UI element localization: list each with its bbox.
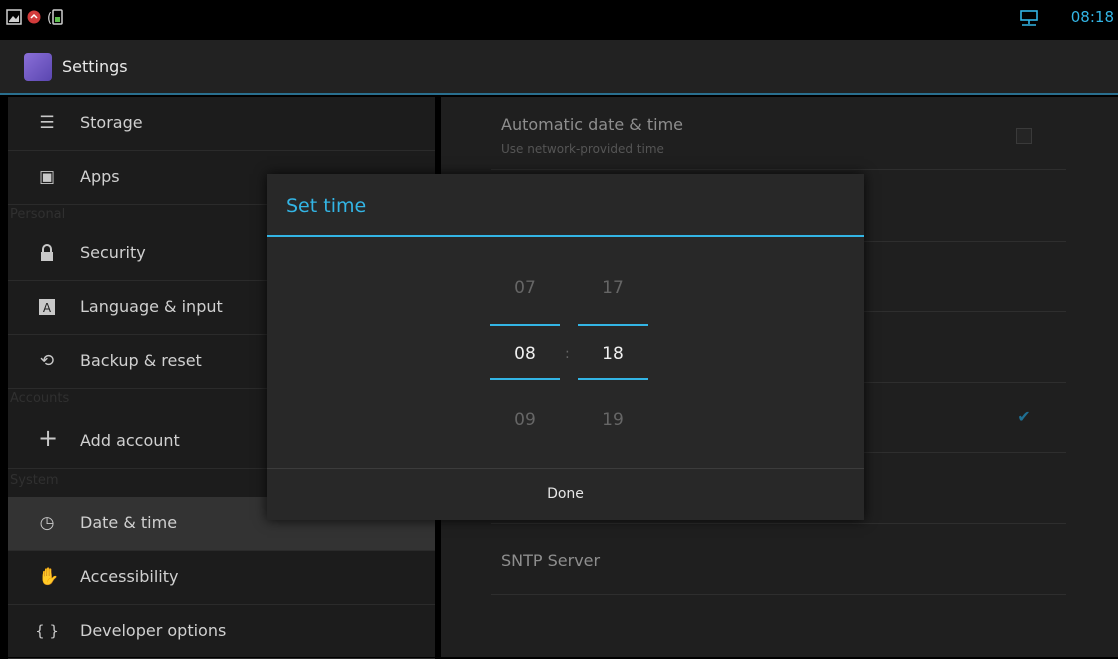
sidebar-item-label: Add account	[80, 431, 180, 450]
hour-picker-top-rule	[490, 324, 560, 326]
settings-app-icon[interactable]	[24, 53, 52, 81]
svg-text:A: A	[43, 301, 52, 315]
language-icon: A	[38, 298, 56, 316]
done-button[interactable]: Done	[267, 469, 864, 520]
apps-icon: ▣	[38, 167, 56, 187]
storage-icon: ☰	[39, 113, 55, 133]
app-title: Settings	[62, 57, 128, 76]
pref-title: SNTP Server	[501, 551, 601, 570]
status-bar: ( 08:18	[0, 0, 1118, 34]
sidebar-item-label: Date & time	[80, 513, 178, 532]
minute-picker-bottom-rule	[578, 378, 648, 380]
clock-icon: ◷	[39, 513, 55, 533]
sidebar-item-developer-options[interactable]: { } Developer options	[8, 605, 435, 659]
pref-summary: Use network-provided time	[501, 142, 664, 156]
sidebar-item-label: Language & input	[80, 297, 223, 316]
dialog-title: Set time	[286, 195, 367, 217]
minute-prev-value[interactable]: 17	[578, 278, 648, 298]
network-icon	[1020, 10, 1038, 26]
sidebar-item-label: Storage	[80, 113, 143, 132]
time-separator: :	[565, 346, 570, 362]
sidebar-item-storage[interactable]: ☰ Storage	[8, 97, 435, 151]
minute-picker-top-rule	[578, 324, 648, 326]
divider	[491, 169, 1066, 170]
svg-text:(: (	[47, 11, 52, 25]
dialog-title-divider	[267, 235, 864, 237]
sidebar-item-accessibility[interactable]: ✋ Accessibility	[8, 551, 435, 605]
sidebar-item-label: Developer options	[80, 621, 227, 640]
minute-next-value[interactable]: 19	[578, 410, 648, 430]
status-clock: 08:18	[1070, 8, 1114, 26]
lock-icon	[38, 244, 56, 262]
action-bar: Settings	[0, 40, 1118, 95]
plus-icon: +	[38, 424, 59, 452]
set-time-dialog: Set time 07 08 09 : 17 18 19 Done	[267, 174, 864, 520]
divider	[491, 523, 1066, 524]
sidebar-item-label: Apps	[80, 167, 120, 186]
divider	[491, 594, 1066, 595]
pref-title: Automatic date & time	[501, 115, 684, 134]
hand-icon: ✋	[38, 567, 60, 587]
minute-current-value[interactable]: 18	[578, 344, 648, 364]
notification-icon	[27, 10, 41, 24]
battery-charging-icon: (	[47, 9, 63, 25]
use-24-hour-checkbox[interactable]: ✔	[1016, 409, 1032, 425]
gallery-icon	[6, 9, 22, 25]
auto-time-checkbox[interactable]	[1016, 128, 1032, 144]
sidebar-item-label: Accessibility	[80, 567, 179, 586]
backup-icon: ⟲	[39, 351, 55, 371]
hour-picker-bottom-rule	[490, 378, 560, 380]
hour-current-value[interactable]: 08	[490, 344, 560, 364]
sidebar-item-label: Security	[80, 243, 146, 262]
hour-prev-value[interactable]: 07	[490, 278, 560, 298]
sidebar-item-label: Backup & reset	[80, 351, 202, 370]
braces-icon: { }	[35, 622, 59, 640]
hour-next-value[interactable]: 09	[490, 410, 560, 430]
